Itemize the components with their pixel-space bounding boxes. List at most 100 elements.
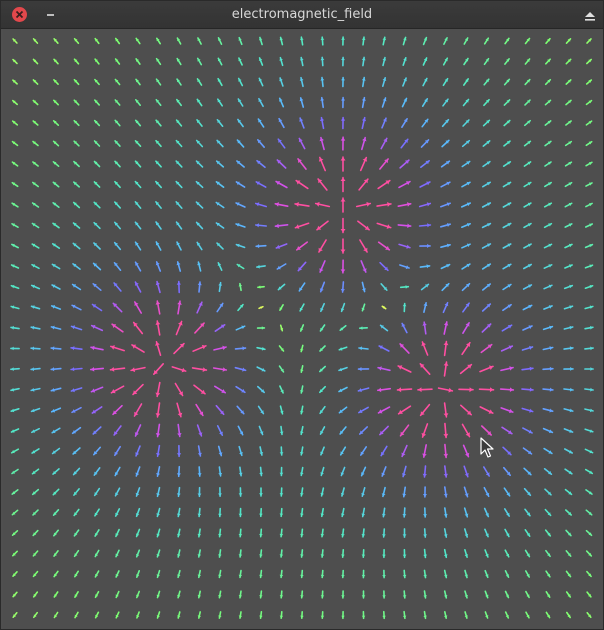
field-arrow: [175, 119, 183, 127]
field-arrow: [401, 97, 408, 108]
field-arrow: [11, 120, 19, 126]
field-arrow: [70, 367, 83, 372]
field-arrow: [217, 77, 223, 87]
field-arrow: [381, 117, 387, 129]
field-arrow: [135, 549, 141, 558]
field-arrow: [215, 181, 225, 188]
field-arrow: [464, 569, 468, 579]
field-arrow: [341, 569, 345, 579]
field-arrow: [94, 58, 100, 65]
field-arrow: [53, 591, 59, 598]
field-arrow: [237, 118, 244, 128]
field-arrow: [361, 610, 366, 620]
field-arrow: [11, 243, 19, 249]
field-arrow: [340, 487, 345, 497]
field-arrow: [176, 444, 182, 458]
field-arrow: [218, 549, 222, 558]
field-arrow: [402, 507, 407, 518]
field-arrow: [545, 590, 551, 599]
field-arrow: [483, 98, 490, 107]
field-arrow: [443, 569, 448, 579]
field-arrow: [94, 99, 100, 106]
title-bar[interactable]: electromagnetic_field: [1, 1, 603, 29]
field-arrow: [258, 57, 264, 66]
field-arrow: [235, 385, 246, 394]
field-arrow: [12, 38, 18, 44]
field-arrow: [379, 324, 389, 332]
field-arrow: [402, 548, 407, 559]
field-arrow: [279, 405, 284, 415]
field-arrow: [52, 222, 60, 229]
field-arrow: [545, 570, 551, 578]
field-arrow: [12, 611, 18, 619]
field-arrow: [442, 57, 449, 66]
field-arrow: [91, 406, 103, 414]
field-arrow: [197, 528, 202, 538]
field-arrow: [50, 305, 62, 310]
field-arrow: [564, 509, 573, 516]
field-arrow: [499, 387, 515, 392]
field-arrow: [113, 262, 122, 271]
field-arrow: [338, 386, 348, 393]
field-arrow: [542, 346, 554, 351]
field-arrow: [174, 382, 184, 397]
field-arrow: [458, 387, 474, 393]
field-arrow: [423, 569, 427, 579]
field-arrow: [32, 611, 39, 619]
field-arrow: [300, 507, 304, 518]
field-arrow: [544, 120, 552, 126]
field-arrow: [10, 284, 20, 290]
field-arrow: [319, 281, 326, 293]
field-arrow: [235, 223, 246, 228]
field-arrow: [175, 320, 183, 336]
field-arrow: [259, 549, 263, 558]
field-arrow: [236, 139, 245, 148]
field-arrow: [218, 281, 223, 293]
field-arrow: [257, 139, 266, 148]
field-arrow: [585, 550, 593, 557]
field-arrow: [563, 387, 574, 392]
field-arrow: [585, 509, 593, 516]
field-arrow: [238, 569, 243, 579]
field-arrow: [176, 280, 181, 294]
field-arrow: [216, 242, 224, 250]
field-arrow: [132, 383, 144, 396]
field-arrow: [462, 302, 470, 313]
field-arrow: [584, 428, 594, 433]
field-arrow: [299, 446, 304, 456]
field-arrow: [442, 98, 449, 107]
field-canvas[interactable]: [3, 29, 603, 629]
field-arrow: [173, 342, 185, 355]
field-arrow: [32, 120, 39, 126]
field-arrow: [299, 117, 305, 129]
shade-button[interactable]: [583, 8, 597, 22]
field-arrow: [319, 136, 325, 151]
field-arrow: [565, 120, 572, 126]
field-arrow: [361, 507, 366, 518]
field-arrow: [155, 280, 161, 294]
field-arrow: [543, 284, 553, 290]
field-arrow: [218, 466, 223, 477]
field-arrow: [298, 282, 306, 292]
field-arrow: [340, 238, 346, 254]
field-arrow: [115, 611, 120, 619]
field-arrow: [439, 223, 452, 228]
field-arrow: [114, 445, 121, 457]
field-arrow: [585, 79, 593, 85]
field-arrow: [73, 181, 80, 188]
field-arrow: [275, 180, 288, 189]
field-arrow: [357, 367, 370, 372]
field-arrow: [443, 465, 448, 478]
field-arrow: [11, 161, 19, 167]
field-arrow: [361, 590, 366, 599]
field-arrow: [320, 610, 325, 620]
field-arrow: [361, 76, 366, 88]
field-arrow: [443, 422, 449, 439]
field-arrow: [277, 283, 286, 291]
field-arrow: [544, 508, 552, 517]
field-arrow: [341, 610, 345, 620]
field-arrow: [12, 99, 18, 106]
field-arrow: [565, 38, 572, 44]
field-arrow: [73, 140, 80, 147]
field-arrow: [463, 37, 469, 45]
